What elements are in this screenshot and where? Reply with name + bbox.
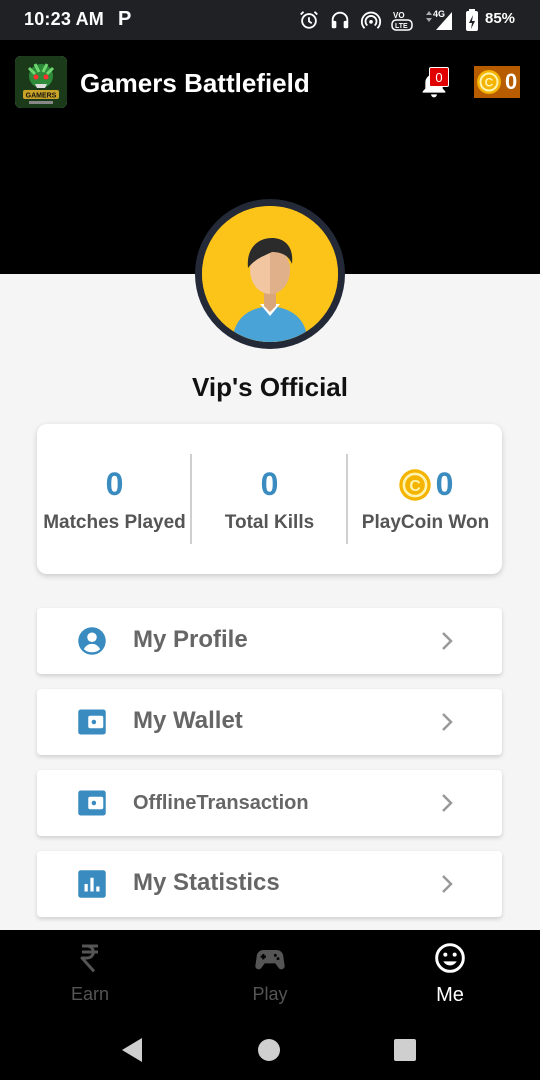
- volte-icon: VO LTE: [391, 11, 413, 31]
- menu-my-statistics[interactable]: My Statistics: [37, 851, 502, 917]
- coin-balance-value: 0: [505, 69, 518, 94]
- status-time: 10:23 AM: [24, 9, 104, 29]
- menu-my-profile[interactable]: My Profile: [37, 608, 502, 674]
- stat-matches-played: 0 Matches Played: [37, 424, 192, 574]
- menu-label: My Wallet: [133, 707, 243, 734]
- stats-card: 0 Matches Played 0 Total Kills C 0 PlayC…: [37, 424, 502, 574]
- svg-text:VO: VO: [393, 11, 405, 20]
- nav-label: Me: [436, 984, 464, 1006]
- svg-text:C: C: [485, 76, 494, 90]
- stat-value: 0: [435, 466, 454, 502]
- playcoin-icon: C: [398, 468, 431, 501]
- smiley-icon: [435, 943, 465, 973]
- gamepad-icon: [255, 950, 285, 970]
- account-circle-icon: [78, 627, 106, 655]
- svg-text:GAMERS: GAMERS: [26, 93, 57, 100]
- status-icons: VO LTE 4G: [298, 8, 479, 32]
- status-app-indicator: P: [118, 8, 132, 30]
- svg-text:LTE: LTE: [395, 23, 408, 30]
- chevron-right-icon: [442, 875, 453, 893]
- nav-label: Play: [252, 984, 288, 1004]
- notification-badge: 0: [429, 67, 449, 87]
- system-nav-bar: [0, 1020, 540, 1080]
- avatar-illustration: [202, 206, 338, 342]
- bar-chart-icon: [78, 870, 106, 898]
- network-label: 4G: [433, 9, 445, 19]
- profile-username: Vip's Official: [192, 372, 348, 402]
- avatar[interactable]: [195, 199, 345, 349]
- alarm-icon: [300, 11, 318, 29]
- battery-percent: 85%: [485, 10, 516, 27]
- app-logo: GAMERS: [15, 56, 67, 108]
- wallet-icon: [78, 709, 106, 735]
- menu-my-wallet[interactable]: My Wallet: [37, 689, 502, 755]
- chevron-right-icon: [442, 713, 453, 731]
- svg-text:C: C: [409, 477, 420, 494]
- nav-label: Earn: [70, 984, 110, 1004]
- battery-icon: [466, 9, 478, 31]
- stat-label: Total Kills: [224, 512, 315, 533]
- coin-balance[interactable]: C 0: [474, 66, 520, 98]
- nav-earn[interactable]: Earn: [0, 930, 180, 1020]
- menu-label: My Profile: [133, 626, 248, 653]
- menu-label: My Statistics: [133, 869, 280, 896]
- status-bar: 10:23 AM P VO LTE 4G 85%: [0, 0, 540, 40]
- menu-offline-transaction[interactable]: OfflineTransaction: [37, 770, 502, 836]
- wallet-icon: [78, 790, 106, 816]
- headphones-icon: [331, 11, 349, 29]
- back-icon[interactable]: [116, 1034, 148, 1066]
- bottom-nav: Earn Play Me: [0, 930, 540, 1020]
- chevron-right-icon: [442, 632, 453, 650]
- signal-icon: 4G: [426, 9, 452, 30]
- recents-icon[interactable]: [389, 1034, 421, 1066]
- stat-playcoin-won: C 0 PlayCoin Won: [348, 424, 503, 574]
- nav-me[interactable]: Me: [360, 930, 540, 1020]
- stat-value: 0: [260, 466, 279, 502]
- stat-label: PlayCoin Won: [361, 512, 490, 533]
- coin-icon: C: [477, 70, 501, 94]
- app-title: Gamers Battlefield: [80, 68, 310, 98]
- chevron-right-icon: [442, 794, 453, 812]
- stat-label: Matches Played: [43, 512, 186, 533]
- home-icon[interactable]: [253, 1034, 285, 1066]
- nav-play[interactable]: Play: [180, 930, 360, 1020]
- menu-label: OfflineTransaction: [133, 792, 309, 814]
- stat-total-kills: 0 Total Kills: [192, 424, 347, 574]
- rupee-icon: [80, 944, 98, 973]
- hotspot-icon: [360, 11, 382, 29]
- stat-value: 0: [105, 466, 124, 502]
